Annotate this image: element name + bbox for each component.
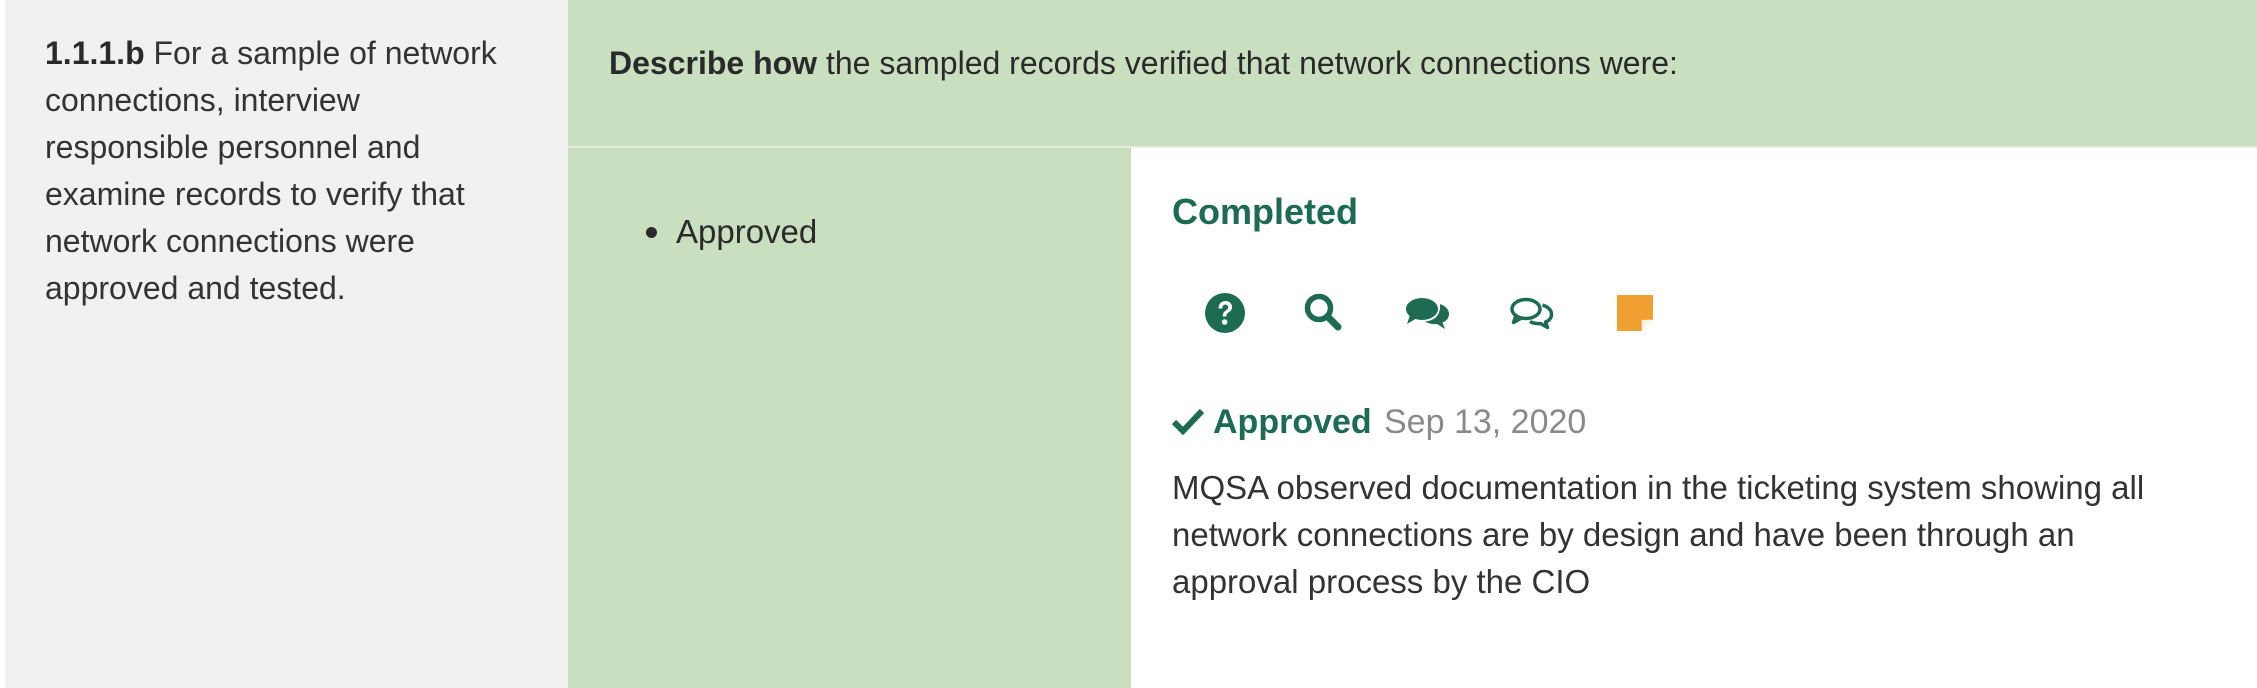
describe-prompt: Describe how the sampled records verifie… xyxy=(568,0,2257,146)
answer-cell: Completed Approved Sep 13, 2020 MQSA obs… xyxy=(1131,148,2257,688)
comments-outline-icon[interactable] xyxy=(1505,287,1557,339)
describe-rest: the sampled records verified that networ… xyxy=(817,45,1678,81)
describe-lead: Describe how xyxy=(609,45,818,81)
comment-text: MQSA observed documentation in the ticke… xyxy=(1172,469,2145,600)
requirement-text: For a sample of network connections, int… xyxy=(45,35,497,306)
search-icon[interactable] xyxy=(1297,287,1349,339)
approved-label: Approved xyxy=(1213,403,1372,441)
sticky-note-icon[interactable] xyxy=(1609,287,1661,339)
comments-icon[interactable] xyxy=(1401,287,1453,339)
requirement-cell: 1.1.1.b For a sample of network connecti… xyxy=(5,0,568,688)
status-title: Completed xyxy=(1172,191,1359,232)
requirement-id: 1.1.1.b xyxy=(45,35,145,71)
list-item: Approved xyxy=(646,208,818,255)
help-icon[interactable] xyxy=(1199,287,1251,339)
requirement-row: 1.1.1.b For a sample of network connecti… xyxy=(0,0,2257,688)
item-cell: Approved xyxy=(568,148,1131,688)
bullet-icon xyxy=(646,227,657,238)
approved-date: Sep 13, 2020 xyxy=(1384,403,1587,441)
list-item-label: Approved xyxy=(676,213,818,250)
check-icon xyxy=(1172,408,1204,435)
